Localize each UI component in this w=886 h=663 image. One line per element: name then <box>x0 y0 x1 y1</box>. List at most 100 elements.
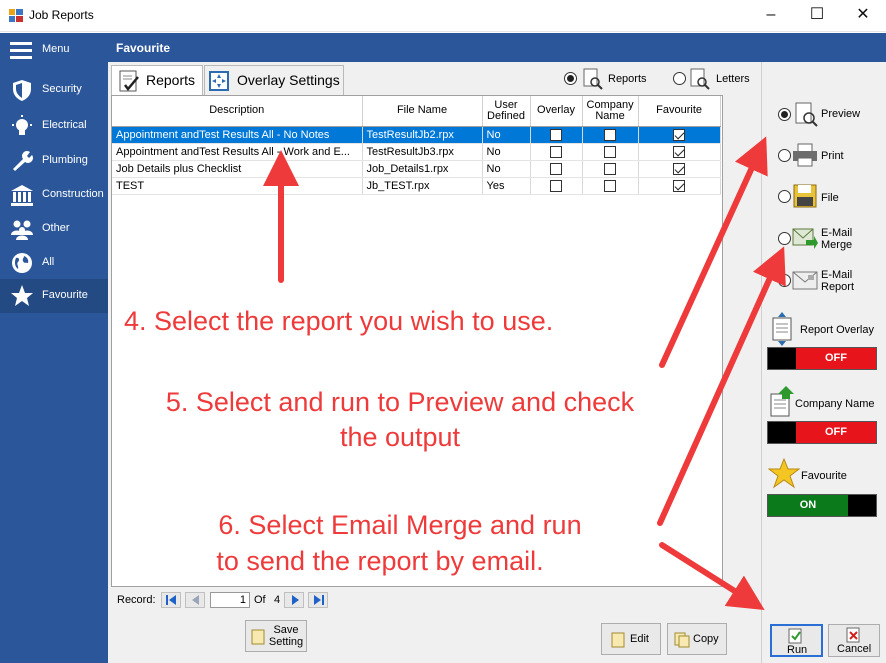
cell-file-name: TestResultJb2.rpx <box>362 126 483 144</box>
email-merge-icon <box>792 228 818 249</box>
table-row[interactable]: TEST Jb_TEST.rpx Yes <box>112 177 721 195</box>
overlay-checkbox[interactable] <box>550 145 562 158</box>
annotation-step-6-line-1: 6. Select Email Merge and run <box>218 510 582 540</box>
cell-user-defined: Yes <box>482 177 531 195</box>
cancel-icon <box>846 627 860 643</box>
run-button[interactable]: Run <box>770 624 823 657</box>
globe-icon <box>12 253 32 273</box>
report-overlay-toggle[interactable]: OFF <box>767 347 877 370</box>
cell-user-defined: No <box>482 143 531 161</box>
overlay-checkbox[interactable] <box>550 162 562 175</box>
table-row[interactable]: Job Details plus Checklist Job_Details1.… <box>112 160 721 178</box>
next-record-button[interactable] <box>284 592 304 608</box>
tab-label: Overlay Settings <box>237 72 340 88</box>
company-name-label: Company Name <box>795 398 875 410</box>
record-navigator: Record: 1 Of 4 <box>111 590 723 610</box>
preview-radio[interactable] <box>778 108 791 121</box>
company-name-toggle[interactable]: OFF <box>767 421 877 444</box>
reports-table: Description File Name User Defined Overl… <box>112 96 721 195</box>
sidebar-item-favourite[interactable]: Favourite <box>0 279 108 313</box>
tab-label: Reports <box>146 72 196 88</box>
record-label: Record: <box>117 594 156 606</box>
previous-icon <box>192 595 199 605</box>
minimize-button[interactable]: – <box>748 0 794 31</box>
company-name-icon <box>770 386 794 417</box>
header-bar <box>108 33 886 62</box>
sidebar-item-plumbing[interactable]: Plumbing <box>0 144 108 178</box>
sidebar-item-label: Menu <box>42 43 70 55</box>
sidebar-item-electrical[interactable]: Electrical <box>0 109 108 143</box>
cell-favourite <box>638 177 721 195</box>
file-radio[interactable] <box>778 190 791 203</box>
preview-icon <box>795 102 818 127</box>
previous-record-button[interactable] <box>185 592 205 608</box>
letters-radio[interactable] <box>673 72 686 85</box>
last-icon <box>314 595 324 605</box>
maximize-button[interactable]: ☐ <box>794 0 840 31</box>
sidebar-item-label: Construction <box>42 188 104 200</box>
email-merge-radio[interactable] <box>778 232 791 245</box>
cell-user-defined: No <box>482 160 531 178</box>
sidebar-item-security[interactable]: Security <box>0 73 108 107</box>
email-merge-label: E-Mail Merge <box>821 227 853 251</box>
favourite-checkbox[interactable] <box>673 128 686 141</box>
column-header-company-name[interactable]: Company Name <box>582 96 639 127</box>
favourite-checkbox[interactable] <box>673 145 686 158</box>
table-row[interactable]: Appointment andTest Results All - Work a… <box>112 143 721 161</box>
favourite-checkbox[interactable] <box>673 179 686 192</box>
toggle-state: OFF <box>796 422 876 443</box>
letters-radio-label: Letters <box>716 73 750 85</box>
app-icon <box>9 9 23 22</box>
sidebar-item-other[interactable]: Other <box>0 212 108 246</box>
company-name-checkbox[interactable] <box>604 162 617 175</box>
tab-reports[interactable]: Reports <box>111 65 203 95</box>
first-record-button[interactable] <box>161 592 181 608</box>
sidebar-item-construction[interactable]: Construction <box>0 178 108 212</box>
sidebar-item-all[interactable]: All <box>0 246 108 280</box>
annotation-step-5-line-2: the output <box>339 422 461 452</box>
of-label: Of <box>254 594 266 606</box>
company-name-checkbox[interactable] <box>604 128 617 141</box>
edit-button[interactable]: Edit <box>601 623 661 655</box>
first-icon <box>166 595 176 605</box>
document-search-icon <box>583 68 603 90</box>
company-name-checkbox[interactable] <box>604 145 617 158</box>
print-radio[interactable] <box>778 149 791 162</box>
reports-radio[interactable] <box>564 72 577 85</box>
file-label: File <box>821 192 839 204</box>
save-setting-button[interactable]: Save Setting <box>245 620 307 652</box>
cancel-label: Cancel <box>837 643 872 655</box>
cell-favourite <box>638 143 721 161</box>
people-icon <box>11 220 33 240</box>
overlay-checkbox[interactable] <box>550 128 562 141</box>
column-header-description[interactable]: Description <box>112 96 363 127</box>
lightbulb-icon <box>12 115 32 135</box>
sidebar-item-menu[interactable]: Menu <box>0 33 108 67</box>
column-header-user-defined[interactable]: User Defined <box>482 96 531 127</box>
current-record-input[interactable]: 1 <box>210 592 250 608</box>
table-row[interactable]: Appointment andTest Results All - No Not… <box>112 126 721 144</box>
favourite-checkbox[interactable] <box>673 162 686 175</box>
favourite-toggle[interactable]: ON <box>767 494 877 517</box>
company-name-checkbox[interactable] <box>604 179 617 192</box>
cancel-button[interactable]: Cancel <box>828 624 880 657</box>
column-header-file-name[interactable]: File Name <box>362 96 483 127</box>
close-button[interactable]: ✕ <box>840 0 886 31</box>
last-record-button[interactable] <box>308 592 328 608</box>
email-report-radio[interactable] <box>778 274 791 287</box>
favourite-label: Favourite <box>801 470 847 482</box>
column-header-overlay[interactable]: Overlay <box>530 96 583 127</box>
tab-overlay-settings[interactable]: Overlay Settings <box>204 65 344 95</box>
copy-button[interactable]: Copy <box>667 623 727 655</box>
cell-overlay <box>530 177 583 195</box>
report-overlay-label: Report Overlay <box>800 324 874 336</box>
column-header-favourite[interactable]: Favourite <box>638 96 721 127</box>
wrench-icon <box>13 151 33 171</box>
page-title: Favourite <box>116 41 171 55</box>
cell-file-name: Jb_TEST.rpx <box>362 177 483 195</box>
reports-radio-label: Reports <box>608 73 647 85</box>
overlay-checkbox[interactable] <box>550 179 562 192</box>
cell-description: TEST <box>112 177 363 195</box>
cell-company-name <box>582 126 639 144</box>
next-icon <box>292 595 299 605</box>
